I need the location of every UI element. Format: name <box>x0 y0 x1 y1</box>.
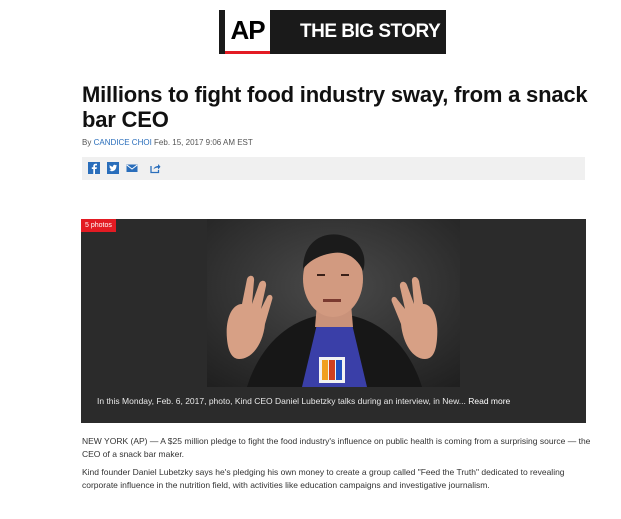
read-more-link[interactable]: Read more <box>468 396 510 406</box>
facebook-icon[interactable] <box>88 162 100 174</box>
byline-prefix: By <box>82 138 92 147</box>
article-photo[interactable] <box>207 219 460 387</box>
article-headline: Millions to fight food industry sway, fr… <box>82 82 588 132</box>
twitter-icon[interactable] <box>107 162 119 174</box>
photo-gallery[interactable]: 5 photos In this Monday, Feb. 6, 2017, p… <box>81 219 586 423</box>
photo-count-badge[interactable]: 5 photos <box>81 219 116 232</box>
share-icon[interactable] <box>149 162 161 174</box>
email-icon[interactable] <box>126 162 138 174</box>
photo-caption: In this Monday, Feb. 6, 2017, photo, Kin… <box>97 396 510 406</box>
byline: By CANDICE CHOI Feb. 15, 2017 9:06 AM ES… <box>82 138 253 147</box>
timestamp: Feb. 15, 2017 9:06 AM EST <box>154 138 253 147</box>
article-paragraph: NEW YORK (AP) — A $25 million pledge to … <box>82 436 591 459</box>
photo-illustration <box>207 219 460 387</box>
share-bar <box>82 157 585 180</box>
ap-logo: AP <box>225 10 270 54</box>
author-link[interactable]: CANDICE CHOI <box>94 138 152 147</box>
article-paragraph: Kind founder Daniel Lubetzky says he's p… <box>82 467 565 490</box>
masthead[interactable]: AP THE BIG STORY <box>219 10 446 54</box>
section-title: THE BIG STORY <box>300 21 441 42</box>
caption-text: In this Monday, Feb. 6, 2017, photo, Kin… <box>97 396 466 406</box>
